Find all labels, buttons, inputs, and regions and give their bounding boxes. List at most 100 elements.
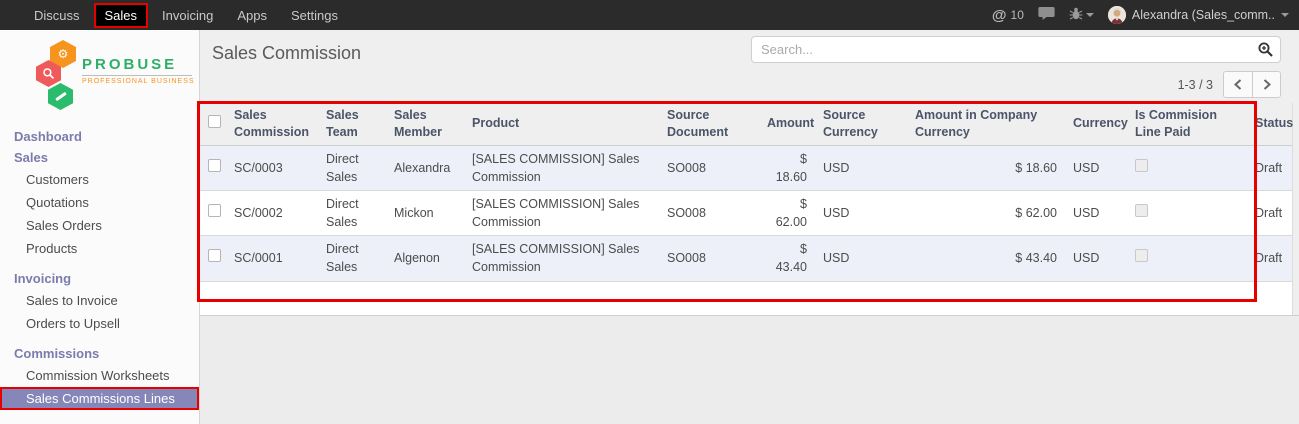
- search-icon[interactable]: [1257, 41, 1274, 63]
- cell-sales-member: Alexandra: [386, 145, 464, 190]
- sidebar-item-dashboard[interactable]: Dashboard: [0, 126, 199, 147]
- nav-item-apps[interactable]: Apps: [227, 3, 277, 28]
- messages-button[interactable]: [1038, 6, 1055, 24]
- cell-status: Draft: [1247, 236, 1292, 281]
- table-row[interactable]: SC/0002 Direct Sales Mickon [SALES COMMI…: [200, 191, 1292, 236]
- logo-subtitle: PROFESSIONAL BUSINESS: [82, 75, 192, 85]
- sidebar-item-products[interactable]: Products: [0, 237, 199, 260]
- chevron-down-icon: [1086, 13, 1094, 17]
- col-header-sales-commission[interactable]: Sales Commission: [226, 103, 318, 145]
- cell-source-currency: USD: [815, 191, 907, 236]
- col-header-sales-team[interactable]: Sales Team: [318, 103, 386, 145]
- cell-amount-company: $ 18.60: [907, 145, 1065, 190]
- cell-currency: USD: [1065, 145, 1127, 190]
- cell-source-currency: USD: [815, 145, 907, 190]
- col-header-status[interactable]: Status: [1247, 103, 1292, 145]
- col-header-currency[interactable]: Currency: [1065, 103, 1127, 145]
- at-icon: @: [992, 7, 1007, 24]
- cell-product: [SALES COMMISSION] Sales Commission: [464, 145, 659, 190]
- avatar: [1108, 6, 1126, 24]
- control-panel: Sales Commission 1-3 / 3: [200, 30, 1299, 103]
- sidebar: ⚙ PROBUSE PROFESSIONAL BUSINESS Dashboar…: [0, 30, 200, 424]
- main-content: Sales Commission 1-3 / 3: [200, 30, 1299, 424]
- cell-sales-team: Direct Sales: [318, 145, 386, 190]
- cell-amount: $ 43.40: [759, 236, 815, 281]
- chevron-down-icon: [1281, 13, 1289, 17]
- cell-source-document: SO008: [659, 191, 759, 236]
- records-sheet: Sales Commission Sales Team Sales Member…: [200, 103, 1293, 315]
- table-row[interactable]: SC/0003 Direct Sales Alexandra [SALES CO…: [200, 145, 1292, 190]
- col-header-sales-member[interactable]: Sales Member: [386, 103, 464, 145]
- content-background: [200, 315, 1299, 424]
- tools-icon: [48, 83, 73, 110]
- table-empty-area: [200, 282, 1292, 315]
- col-header-source-currency[interactable]: Source Currency: [815, 103, 907, 145]
- row-select-checkbox[interactable]: [208, 204, 221, 217]
- sidebar-heading-sales[interactable]: Sales: [0, 147, 199, 168]
- cell-sales-member: Mickon: [386, 191, 464, 236]
- top-navbar: Discuss Sales Invoicing Apps Settings @ …: [0, 0, 1299, 30]
- user-name: Alexandra (Sales_comm..: [1132, 8, 1275, 22]
- cell-product: [SALES COMMISSION] Sales Commission: [464, 191, 659, 236]
- pager-range: 1-3 / 3: [1178, 78, 1213, 92]
- cell-product: [SALES COMMISSION] Sales Commission: [464, 236, 659, 281]
- sidebar-item-quotations[interactable]: Quotations: [0, 191, 199, 214]
- is-paid-checkbox[interactable]: [1135, 249, 1148, 262]
- col-header-amount[interactable]: Amount: [759, 103, 815, 145]
- sidebar-heading-reports[interactable]: Reports: [0, 418, 199, 424]
- cell-source-currency: USD: [815, 236, 907, 281]
- nav-item-invoicing[interactable]: Invoicing: [152, 3, 223, 28]
- probuse-logo: ⚙ PROBUSE PROFESSIONAL BUSINESS: [36, 40, 199, 118]
- cell-sales-commission: SC/0002: [226, 191, 318, 236]
- cell-source-document: SO008: [659, 236, 759, 281]
- bug-icon: [1069, 7, 1083, 24]
- cell-currency: USD: [1065, 191, 1127, 236]
- chat-bubble-icon: [1038, 6, 1055, 24]
- cell-sales-team: Direct Sales: [318, 236, 386, 281]
- commission-lines-table: Sales Commission Sales Team Sales Member…: [200, 103, 1292, 282]
- cell-amount-company: $ 43.40: [907, 236, 1065, 281]
- sidebar-item-commission-worksheets[interactable]: Commission Worksheets: [0, 364, 199, 387]
- row-select-checkbox[interactable]: [208, 249, 221, 262]
- col-header-is-commision-line-paid[interactable]: Is Commision Line Paid: [1127, 103, 1247, 145]
- mentions-counter[interactable]: @ 10: [992, 7, 1024, 24]
- col-header-product[interactable]: Product: [464, 103, 659, 145]
- table-row[interactable]: SC/0001 Direct Sales Algenon [SALES COMM…: [200, 236, 1292, 281]
- nav-item-discuss[interactable]: Discuss: [24, 3, 90, 28]
- cell-sales-commission: SC/0003: [226, 145, 318, 190]
- mention-count: 10: [1011, 8, 1024, 22]
- cell-sales-team: Direct Sales: [318, 191, 386, 236]
- cell-amount: $ 62.00: [759, 191, 815, 236]
- table-header-row: Sales Commission Sales Team Sales Member…: [200, 103, 1292, 145]
- sidebar-heading-commissions[interactable]: Commissions: [0, 343, 199, 364]
- pager-previous-button[interactable]: [1224, 72, 1252, 97]
- pager-next-button[interactable]: [1252, 72, 1280, 97]
- cell-currency: USD: [1065, 236, 1127, 281]
- user-menu[interactable]: Alexandra (Sales_comm..: [1108, 6, 1289, 24]
- cell-source-document: SO008: [659, 145, 759, 190]
- nav-item-sales[interactable]: Sales: [94, 3, 149, 28]
- cell-sales-commission: SC/0001: [226, 236, 318, 281]
- nav-item-settings[interactable]: Settings: [281, 3, 348, 28]
- cell-status: Draft: [1247, 191, 1292, 236]
- cell-amount: $ 18.60: [759, 145, 815, 190]
- cell-sales-member: Algenon: [386, 236, 464, 281]
- select-all-checkbox[interactable]: [208, 115, 221, 128]
- row-select-checkbox[interactable]: [208, 159, 221, 172]
- sidebar-item-customers[interactable]: Customers: [0, 168, 199, 191]
- is-paid-checkbox[interactable]: [1135, 204, 1148, 217]
- is-paid-checkbox[interactable]: [1135, 159, 1148, 172]
- search-input[interactable]: [751, 36, 1281, 63]
- col-header-amount-company-currency[interactable]: Amount in Company Currency: [907, 103, 1065, 145]
- sidebar-item-sales-orders[interactable]: Sales Orders: [0, 214, 199, 237]
- sidebar-menu: Dashboard Sales Customers Quotations Sal…: [0, 126, 199, 424]
- cell-status: Draft: [1247, 145, 1292, 190]
- cell-amount-company: $ 62.00: [907, 191, 1065, 236]
- sidebar-item-sales-to-invoice[interactable]: Sales to Invoice: [0, 289, 199, 312]
- logo-title: PROBUSE: [82, 56, 192, 73]
- col-header-source-document[interactable]: Source Document: [659, 103, 759, 145]
- debug-menu-button[interactable]: [1069, 7, 1094, 24]
- sidebar-item-orders-to-upsell[interactable]: Orders to Upsell: [0, 312, 199, 335]
- sidebar-heading-invoicing[interactable]: Invoicing: [0, 268, 199, 289]
- sidebar-item-sales-commissions-lines[interactable]: Sales Commissions Lines: [0, 387, 199, 410]
